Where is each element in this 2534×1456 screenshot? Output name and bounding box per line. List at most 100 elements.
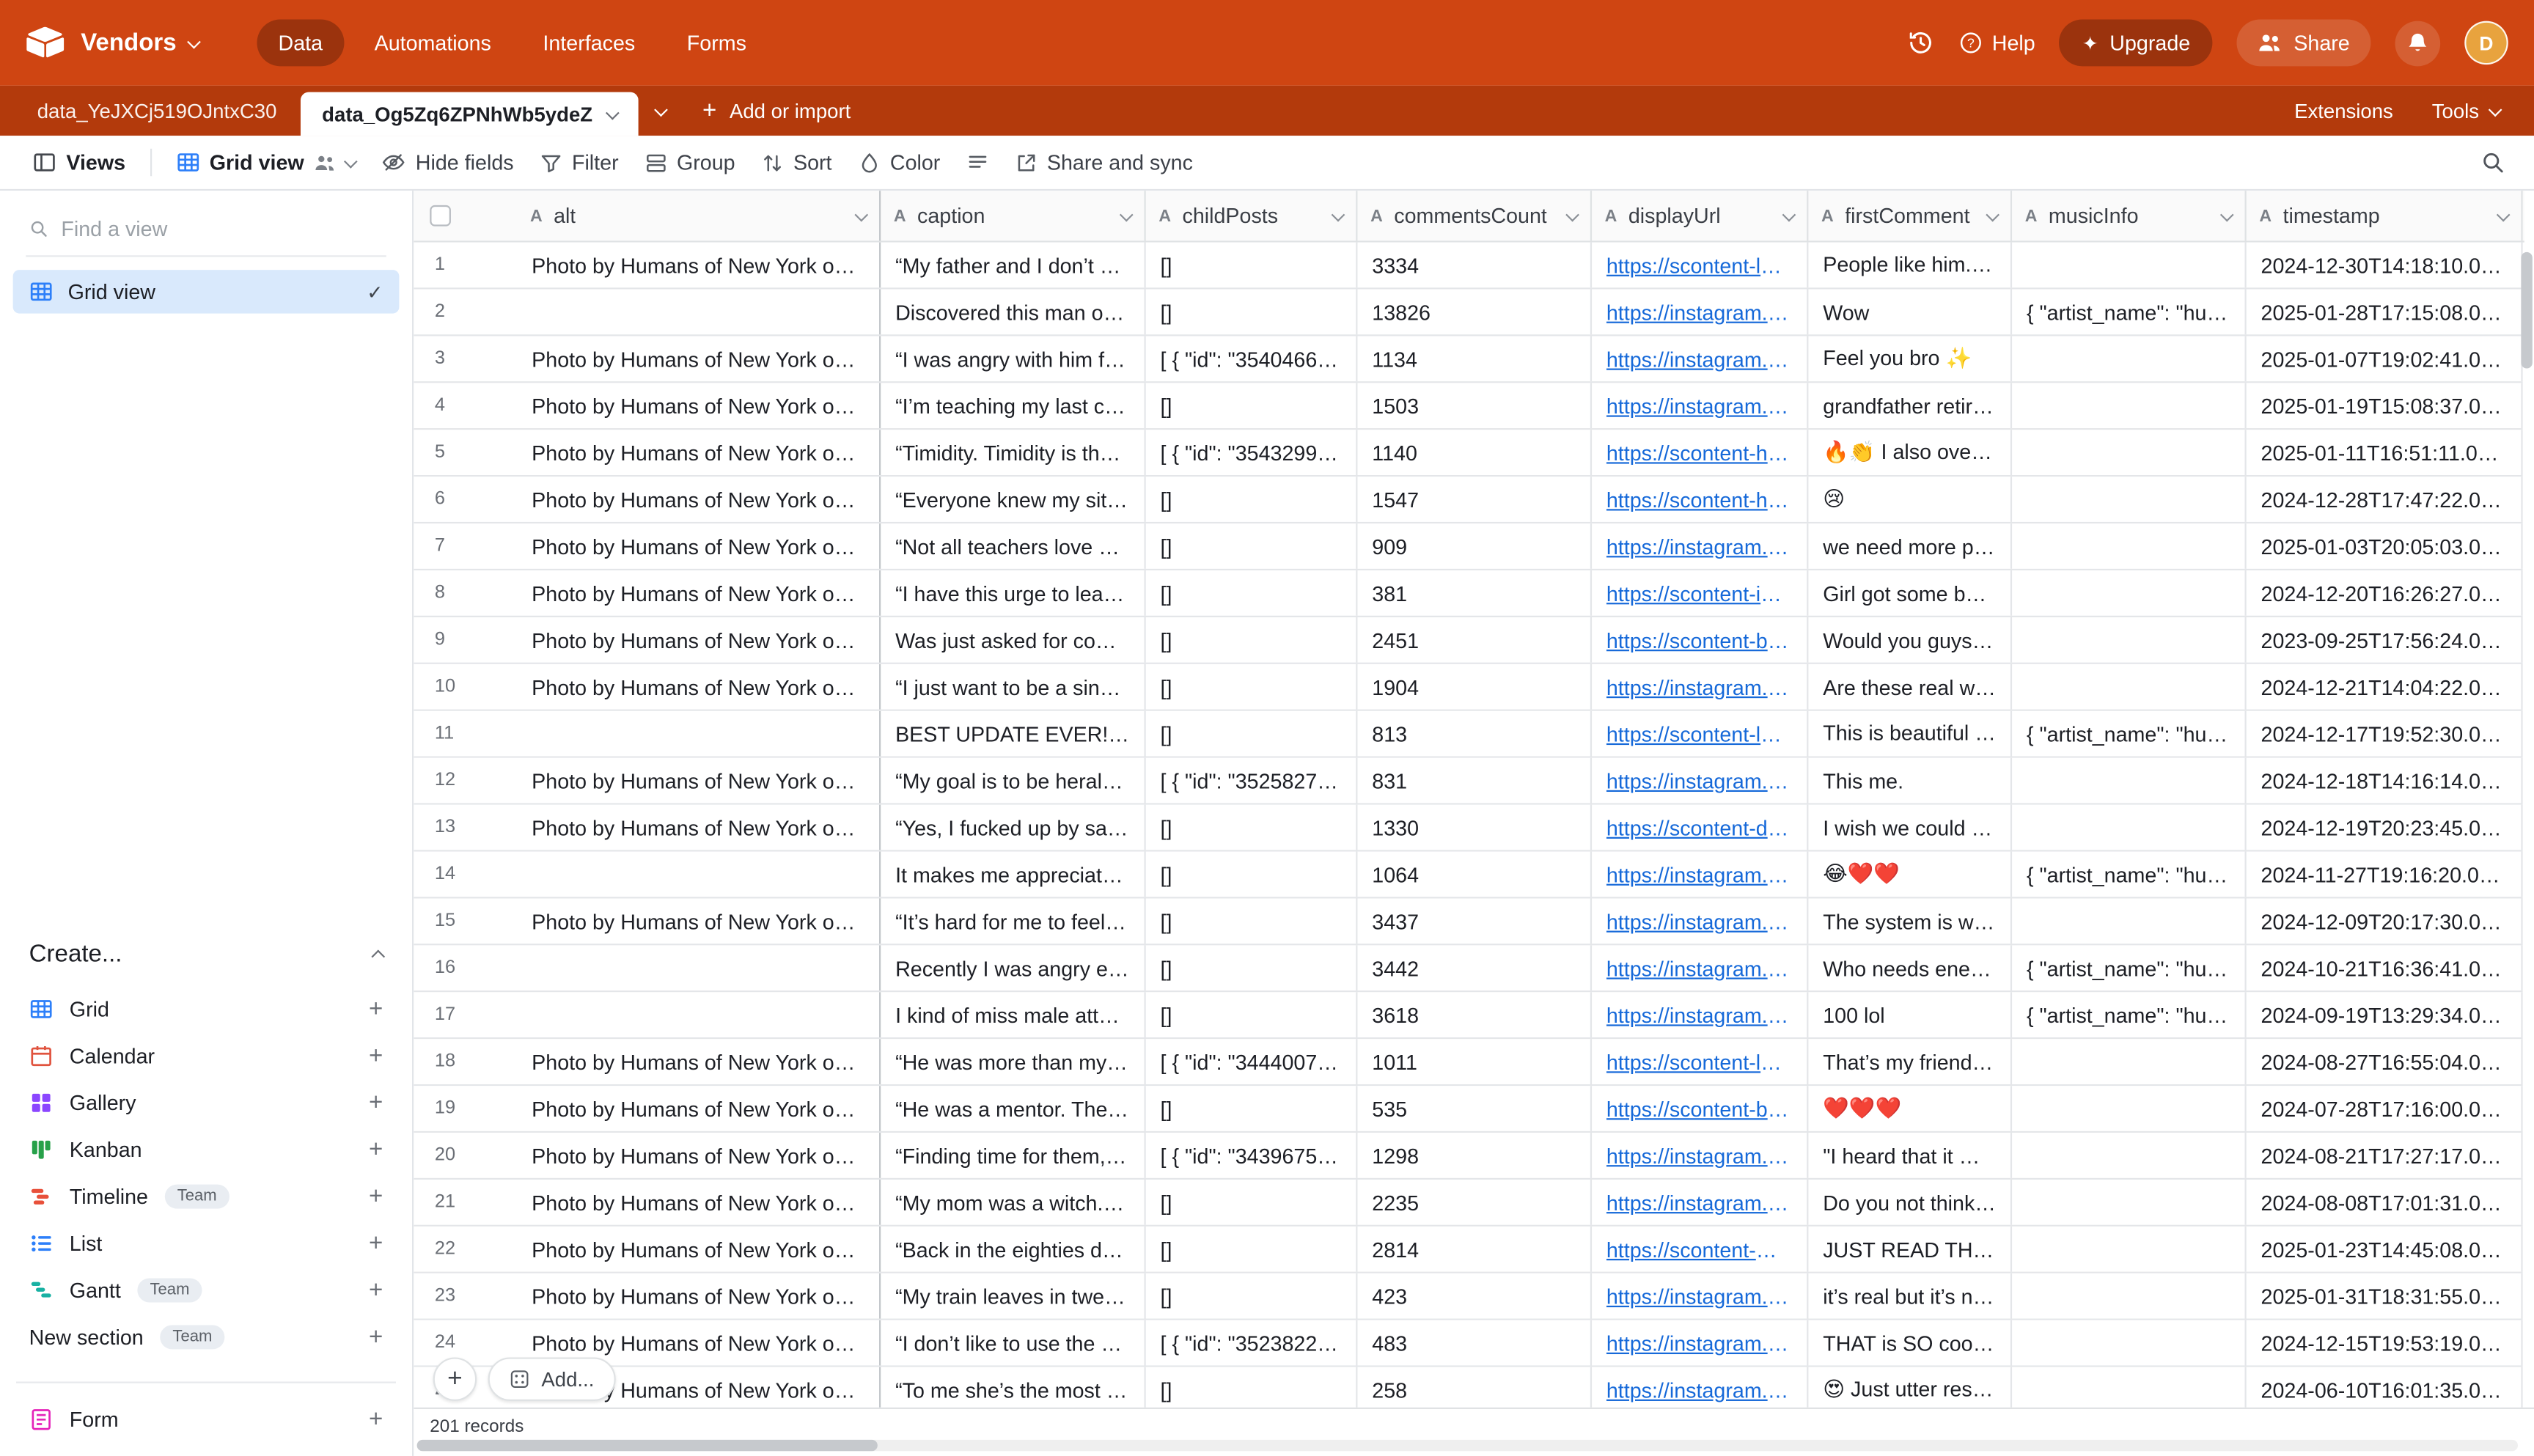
cell-displayUrl[interactable]: https://instagram.fsr... xyxy=(1592,1180,1808,1225)
extensions-button[interactable]: Extensions xyxy=(2277,86,2411,136)
cell-firstComment[interactable]: This me. xyxy=(1808,758,2012,804)
cell-musicInfo[interactable] xyxy=(2012,430,2247,475)
add-view-icon[interactable]: + xyxy=(369,1044,383,1068)
cell-musicInfo[interactable] xyxy=(2012,664,2247,710)
table-row[interactable]: 12Photo by Humans of New York on De...“M… xyxy=(414,758,2522,805)
cell-alt[interactable]: Photo by Humans of New York on Jan... xyxy=(517,336,881,381)
nav-data[interactable]: Data xyxy=(257,19,344,66)
cell-alt[interactable]: Photo by Humans of New York on Jan... xyxy=(517,1273,881,1319)
cell-childPosts[interactable]: [ { "id": "35432997... xyxy=(1146,430,1358,475)
column-header-displayUrl[interactable]: AdisplayUrl xyxy=(1592,191,1808,240)
create-item-grid[interactable]: Grid+ xyxy=(13,986,400,1033)
cell-caption[interactable]: Discovered this man on t... xyxy=(881,290,1145,335)
row-number[interactable]: 14 xyxy=(414,852,517,897)
table-row[interactable]: 1Photo by Humans of New York on De...“My… xyxy=(414,243,2522,290)
cell-caption[interactable]: “I have this urge to leave ... xyxy=(881,570,1145,616)
url-link[interactable]: https://instagram.fk... xyxy=(1606,1003,1792,1027)
url-link[interactable]: https://scontent-dfw... xyxy=(1606,815,1792,839)
column-header-firstComment[interactable]: AfirstComment xyxy=(1808,191,2012,240)
row-number[interactable]: 19 xyxy=(414,1086,517,1131)
cell-timestamp[interactable]: 2024-12-20T16:26:27.000Z xyxy=(2247,570,2523,616)
url-link[interactable]: https://instagram.fm... xyxy=(1606,768,1792,793)
row-number[interactable]: 3 xyxy=(414,336,517,381)
cell-commentsCount[interactable]: 1011 xyxy=(1357,1039,1592,1084)
table-row[interactable]: 10Photo by Humans of New York on De...“I… xyxy=(414,664,2522,711)
cell-alt[interactable]: Photo by Humans of New York on Au... xyxy=(517,1039,881,1084)
row-height-button[interactable] xyxy=(953,143,1002,182)
cell-timestamp[interactable]: 2024-12-15T19:53:19.000Z xyxy=(2247,1320,2523,1366)
column-header-commentsCount[interactable]: AcommentsCount xyxy=(1357,191,1592,240)
cell-caption[interactable]: “My goal is to be heralde... xyxy=(881,758,1145,804)
cell-commentsCount[interactable]: 535 xyxy=(1357,1086,1592,1131)
cell-firstComment[interactable]: 100 lol xyxy=(1808,992,2012,1037)
table-row[interactable]: 19Photo by Humans of New York on Jul...“… xyxy=(414,1086,2522,1133)
table-row[interactable]: 17I kind of miss male attenti...[]3618ht… xyxy=(414,992,2522,1039)
cell-caption[interactable]: “He was more than my br... xyxy=(881,1039,1145,1084)
cell-displayUrl[interactable]: https://scontent-iad... xyxy=(1592,570,1808,616)
row-number[interactable]: 1 xyxy=(414,243,517,288)
cell-childPosts[interactable]: [] xyxy=(1146,383,1358,428)
cell-firstComment[interactable]: Would you guys e... xyxy=(1808,617,2012,663)
cell-childPosts[interactable]: [] xyxy=(1146,617,1358,663)
cell-firstComment[interactable]: THAT is SO cool!!!... xyxy=(1808,1320,2012,1366)
cell-childPosts[interactable]: [] xyxy=(1146,1086,1358,1131)
cell-displayUrl[interactable]: https://scontent-hou... xyxy=(1592,477,1808,522)
cell-musicInfo[interactable] xyxy=(2012,1180,2247,1225)
cell-alt[interactable] xyxy=(517,945,881,990)
url-link[interactable]: https://instagram.flh... xyxy=(1606,1143,1792,1167)
url-link[interactable]: https://instagram.fjp... xyxy=(1606,1378,1792,1402)
url-link[interactable]: https://instagram.fm... xyxy=(1606,534,1792,558)
add-view-icon[interactable]: + xyxy=(369,997,383,1021)
color-button[interactable]: Color xyxy=(845,142,953,183)
add-or-import-button[interactable]: + Add or import xyxy=(683,86,870,136)
cell-timestamp[interactable]: 2024-07-28T17:16:00.000Z xyxy=(2247,1086,2523,1131)
cell-firstComment[interactable]: 🔥👏 I also overca... xyxy=(1808,430,2012,475)
add-view-icon[interactable]: + xyxy=(369,1325,383,1349)
horizontal-scrollbar-thumb[interactable] xyxy=(417,1440,878,1451)
sort-button[interactable]: Sort xyxy=(748,142,845,183)
airtable-logo-icon[interactable] xyxy=(26,26,65,59)
chevron-down-icon[interactable] xyxy=(2497,207,2511,221)
cell-alt[interactable] xyxy=(517,290,881,335)
cell-timestamp[interactable]: 2024-09-19T13:29:34.000Z xyxy=(2247,992,2523,1037)
url-link[interactable]: https://instagram.fm... xyxy=(1606,1284,1792,1308)
create-item-gallery[interactable]: Gallery+ xyxy=(13,1079,400,1126)
cell-firstComment[interactable]: I wish we could ge... xyxy=(1808,805,2012,850)
cell-caption[interactable]: “Back in the eighties dun... xyxy=(881,1227,1145,1272)
cell-childPosts[interactable]: [] xyxy=(1146,1180,1358,1225)
cell-childPosts[interactable]: [] xyxy=(1146,664,1358,710)
url-link[interactable]: https://scontent-ber... xyxy=(1606,1096,1792,1120)
cell-childPosts[interactable]: [] xyxy=(1146,898,1358,944)
cell-childPosts[interactable]: [] xyxy=(1146,1367,1358,1413)
avatar[interactable]: D xyxy=(2464,21,2508,65)
url-link[interactable]: https://instagram.fit... xyxy=(1606,956,1792,980)
cell-firstComment[interactable]: we need more peo... xyxy=(1808,523,2012,569)
horizontal-scrollbar[interactable] xyxy=(417,1440,2518,1451)
cell-timestamp[interactable]: 2024-12-09T20:17:30.000Z xyxy=(2247,898,2523,944)
url-link[interactable]: https://instagram.fli... xyxy=(1606,300,1792,324)
url-link[interactable]: https://scontent-ber... xyxy=(1606,628,1792,652)
table-row[interactable]: 7Photo by Humans of New York on Jan...“N… xyxy=(414,523,2522,570)
row-number[interactable]: 17 xyxy=(414,992,517,1037)
url-link[interactable]: https://instagram.fc... xyxy=(1606,1331,1792,1355)
cell-firstComment[interactable]: Who needs enemi... xyxy=(1808,945,2012,990)
cell-commentsCount[interactable]: 3437 xyxy=(1357,898,1592,944)
cell-firstComment[interactable]: This is beautiful 😍 xyxy=(1808,711,2012,757)
add-view-icon[interactable]: + xyxy=(369,1232,383,1256)
table-row[interactable]: 11BEST UPDATE EVER! Mos...[]813https://s… xyxy=(414,711,2522,758)
cell-caption[interactable]: BEST UPDATE EVER! Mos... xyxy=(881,711,1145,757)
cell-displayUrl[interactable]: https://instagram.ftg... xyxy=(1592,852,1808,897)
cell-displayUrl[interactable]: https://instagram.fc... xyxy=(1592,1320,1808,1366)
cell-timestamp[interactable]: 2025-01-28T17:15:08.000Z xyxy=(2247,290,2523,335)
cell-alt[interactable] xyxy=(517,992,881,1037)
cell-musicInfo[interactable] xyxy=(2012,1367,2247,1413)
cell-caption[interactable]: “I don’t like to use the wo... xyxy=(881,1320,1145,1366)
table-row[interactable]: 21Photo by Humans of New York on Au...“M… xyxy=(414,1180,2522,1227)
cell-displayUrl[interactable]: https://scontent-hkg... xyxy=(1592,430,1808,475)
cell-caption[interactable]: I kind of miss male attenti... xyxy=(881,992,1145,1037)
workspace-menu[interactable]: Vendors xyxy=(81,29,199,56)
cell-displayUrl[interactable]: https://instagram.fc... xyxy=(1592,664,1808,710)
cell-alt[interactable]: Photo by Humans of New York on De... xyxy=(517,758,881,804)
cell-firstComment[interactable]: 😍 Just utter respe... xyxy=(1808,1367,2012,1413)
cell-alt[interactable]: Photo by Humans of New York on De... xyxy=(517,898,881,944)
